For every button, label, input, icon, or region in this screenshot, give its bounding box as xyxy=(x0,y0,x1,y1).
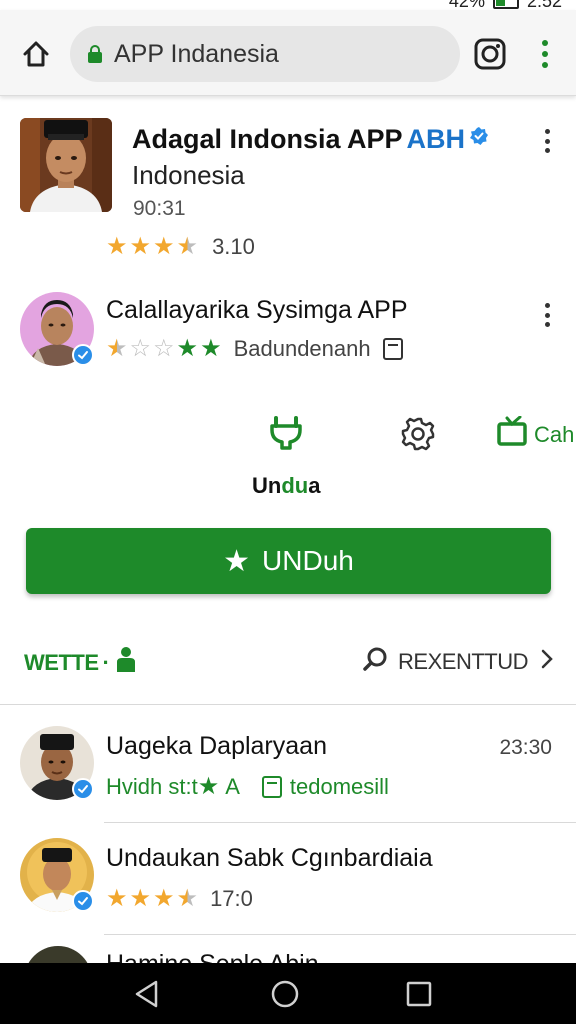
chevron-right-icon xyxy=(540,648,554,676)
app-subtitle: Indonesia xyxy=(132,160,245,190)
settings-action[interactable] xyxy=(400,416,436,457)
address-bar[interactable]: APP Indanesia xyxy=(70,26,460,82)
settings-icon xyxy=(400,416,436,457)
star-icon: ★ xyxy=(106,885,128,912)
rating-value: 3.10 xyxy=(212,234,255,259)
developer-meta: ★ ☆ ☆ ★ ★ Badundenanh xyxy=(106,336,403,362)
download-button-label: UNDuh xyxy=(262,545,354,576)
plug-icon xyxy=(266,412,306,457)
download-button[interactable]: ★ UNDuh xyxy=(26,528,551,594)
list-divider xyxy=(104,934,576,935)
tab-rexenttud-label: REXENTTUD xyxy=(398,649,528,674)
tab-rexenttud[interactable]: REXENTTUD xyxy=(362,646,554,678)
empty-star-icon: ☆ xyxy=(129,335,152,362)
tv-icon xyxy=(496,415,528,453)
instagram-icon[interactable] xyxy=(472,36,508,72)
calendar-icon xyxy=(382,338,403,360)
star-icon: ★ xyxy=(129,885,152,912)
recents-icon[interactable] xyxy=(402,977,436,1011)
developer-name: Calallayarika Sysimga APP xyxy=(106,296,408,324)
app-header-card: Adagal Indonsia APP ABH Indonesia 90:31 ★… xyxy=(0,96,576,274)
calendar-icon xyxy=(261,776,282,798)
rating-value: 17:0 xyxy=(210,886,253,911)
cah-action[interactable]: Cah xyxy=(496,415,575,453)
list-item-rating: ★ ★ ★ ★ 17:0 xyxy=(106,886,253,912)
star-icon: ★ xyxy=(200,335,222,362)
tabs-row: WETTE · REXENTTUD xyxy=(0,628,576,692)
list-item-time: 23:30 xyxy=(499,736,552,759)
tab-wette-label: WETTE xyxy=(24,650,99,675)
battery-icon xyxy=(492,0,519,9)
section-divider xyxy=(0,704,576,705)
half-star-icon: ★ xyxy=(106,335,128,362)
half-star-icon: ★ xyxy=(176,885,199,912)
developer-options-icon[interactable] xyxy=(537,300,557,330)
list-item-meta: Hvidh st:t ★ A tedomesill xyxy=(106,774,389,800)
app-title: Adagal Indonsia APP ABH xyxy=(132,124,489,155)
lock-icon xyxy=(88,45,102,63)
url-text: APP Indanesia xyxy=(114,39,279,68)
app-rating: ★ ★ ★ ★ 3.10 xyxy=(106,234,255,260)
verified-badge-icon xyxy=(469,122,489,145)
app-photo[interactable] xyxy=(20,118,112,212)
back-icon[interactable] xyxy=(130,977,164,1011)
list-item-tag: tedomesill xyxy=(289,774,389,799)
verified-check-icon xyxy=(72,890,94,912)
cah-label: Cah xyxy=(534,421,575,447)
list-item-title: Uageka Daplaryaan xyxy=(106,732,327,760)
download-action[interactable]: Undua xyxy=(252,412,320,499)
empty-star-icon: ☆ xyxy=(153,335,175,362)
developer-card: Calallayarika Sysimga APP ★ ☆ ☆ ★ ★ Badu… xyxy=(0,282,576,382)
list-item-meta-text: Hvidh st:t xyxy=(106,774,198,799)
more-vert-icon[interactable] xyxy=(534,36,556,72)
star-icon: ★ xyxy=(153,233,175,260)
list-item[interactable]: Uageka Daplaryaan 23:30 Hvidh st:t ★ A t… xyxy=(0,712,576,822)
search-icon xyxy=(362,646,388,678)
tab-wette[interactable]: WETTE · xyxy=(24,646,137,680)
list-divider xyxy=(104,822,576,823)
star-icon: ★ xyxy=(176,335,199,362)
verified-check-icon xyxy=(72,778,94,800)
status-bar: 42% 2:52 xyxy=(0,0,576,11)
star-icon: ★ xyxy=(197,773,220,800)
browser-toolbar: APP Indanesia xyxy=(0,10,576,96)
app-options-icon[interactable] xyxy=(537,126,557,156)
download-action-label: Undua xyxy=(252,473,321,498)
star-icon: ★ xyxy=(129,233,152,260)
list-item-title: Undaukan Sabk Cgınbardiaia xyxy=(106,844,433,872)
list-item[interactable]: Undaukan Sabk Cgınbardiaia ★ ★ ★ ★ 17:0 xyxy=(0,824,576,934)
app-time: 90:31 xyxy=(133,197,186,220)
tab-dot: · xyxy=(102,650,110,675)
star-icon: ★ xyxy=(223,544,251,578)
developer-meta-label: Badundenanh xyxy=(233,336,371,361)
half-star-icon: ★ xyxy=(176,233,199,260)
home-icon[interactable] xyxy=(18,36,54,72)
actions-row: Undua Cah xyxy=(0,408,576,498)
star-icon: ★ xyxy=(153,885,175,912)
app-title-text: Adagal Indonsia APP xyxy=(132,124,403,154)
system-nav-bar xyxy=(0,963,576,1024)
star-icon: ★ xyxy=(106,233,128,260)
list-item-meta-letter: A xyxy=(225,774,240,799)
battery-level xyxy=(495,0,506,6)
app-tag: ABH xyxy=(406,124,466,154)
home-nav-icon[interactable] xyxy=(268,977,302,1011)
person-icon xyxy=(115,646,137,680)
verified-check-icon xyxy=(72,344,94,366)
